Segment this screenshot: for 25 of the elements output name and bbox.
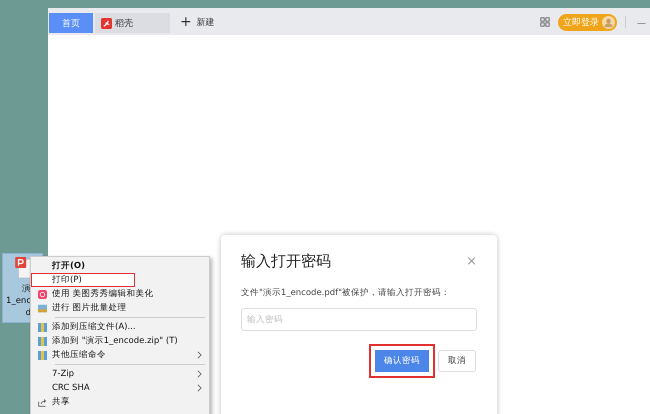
- docer-logo-icon: [101, 18, 112, 28]
- menu-item[interactable]: 共享: [31, 395, 209, 409]
- menu-item[interactable]: 7-Zip: [31, 367, 209, 381]
- file-name-text: d: [26, 307, 31, 319]
- dialog-title: 输入打开密码: [241, 252, 331, 271]
- file-name-text: 1_enc: [6, 295, 31, 307]
- new-tab-button[interactable]: + 新建: [180, 14, 215, 30]
- cancel-button[interactable]: 取消: [438, 350, 476, 372]
- tab[interactable]: 稻壳: [95, 13, 170, 33]
- app-icon: [38, 290, 46, 298]
- menu-item[interactable]: 添加到压缩文件(A)...: [31, 320, 209, 334]
- file-name-text: 演: [22, 283, 31, 295]
- menu-item[interactable]: 其他压缩命令: [31, 348, 209, 362]
- password-field[interactable]: 输入密码: [241, 308, 477, 331]
- minimize-button[interactable]: —: [633, 19, 650, 29]
- dialog-message: 文件"演示1_encode.pdf"被保护，请输入打开密码：: [241, 287, 452, 299]
- chevron-right-icon: [197, 351, 202, 359]
- confirm-button[interactable]: 确认密码: [369, 344, 435, 378]
- menu-item[interactable]: 添加到 "演示1_encode.zip" (T): [31, 334, 209, 348]
- share-icon: [38, 398, 46, 406]
- menu-item[interactable]: 打印(P): [31, 273, 135, 287]
- avatar-icon: [602, 16, 615, 29]
- menu-item[interactable]: CRC SHA: [31, 381, 209, 395]
- image-icon: [38, 304, 46, 312]
- grid-icon[interactable]: [540, 17, 550, 27]
